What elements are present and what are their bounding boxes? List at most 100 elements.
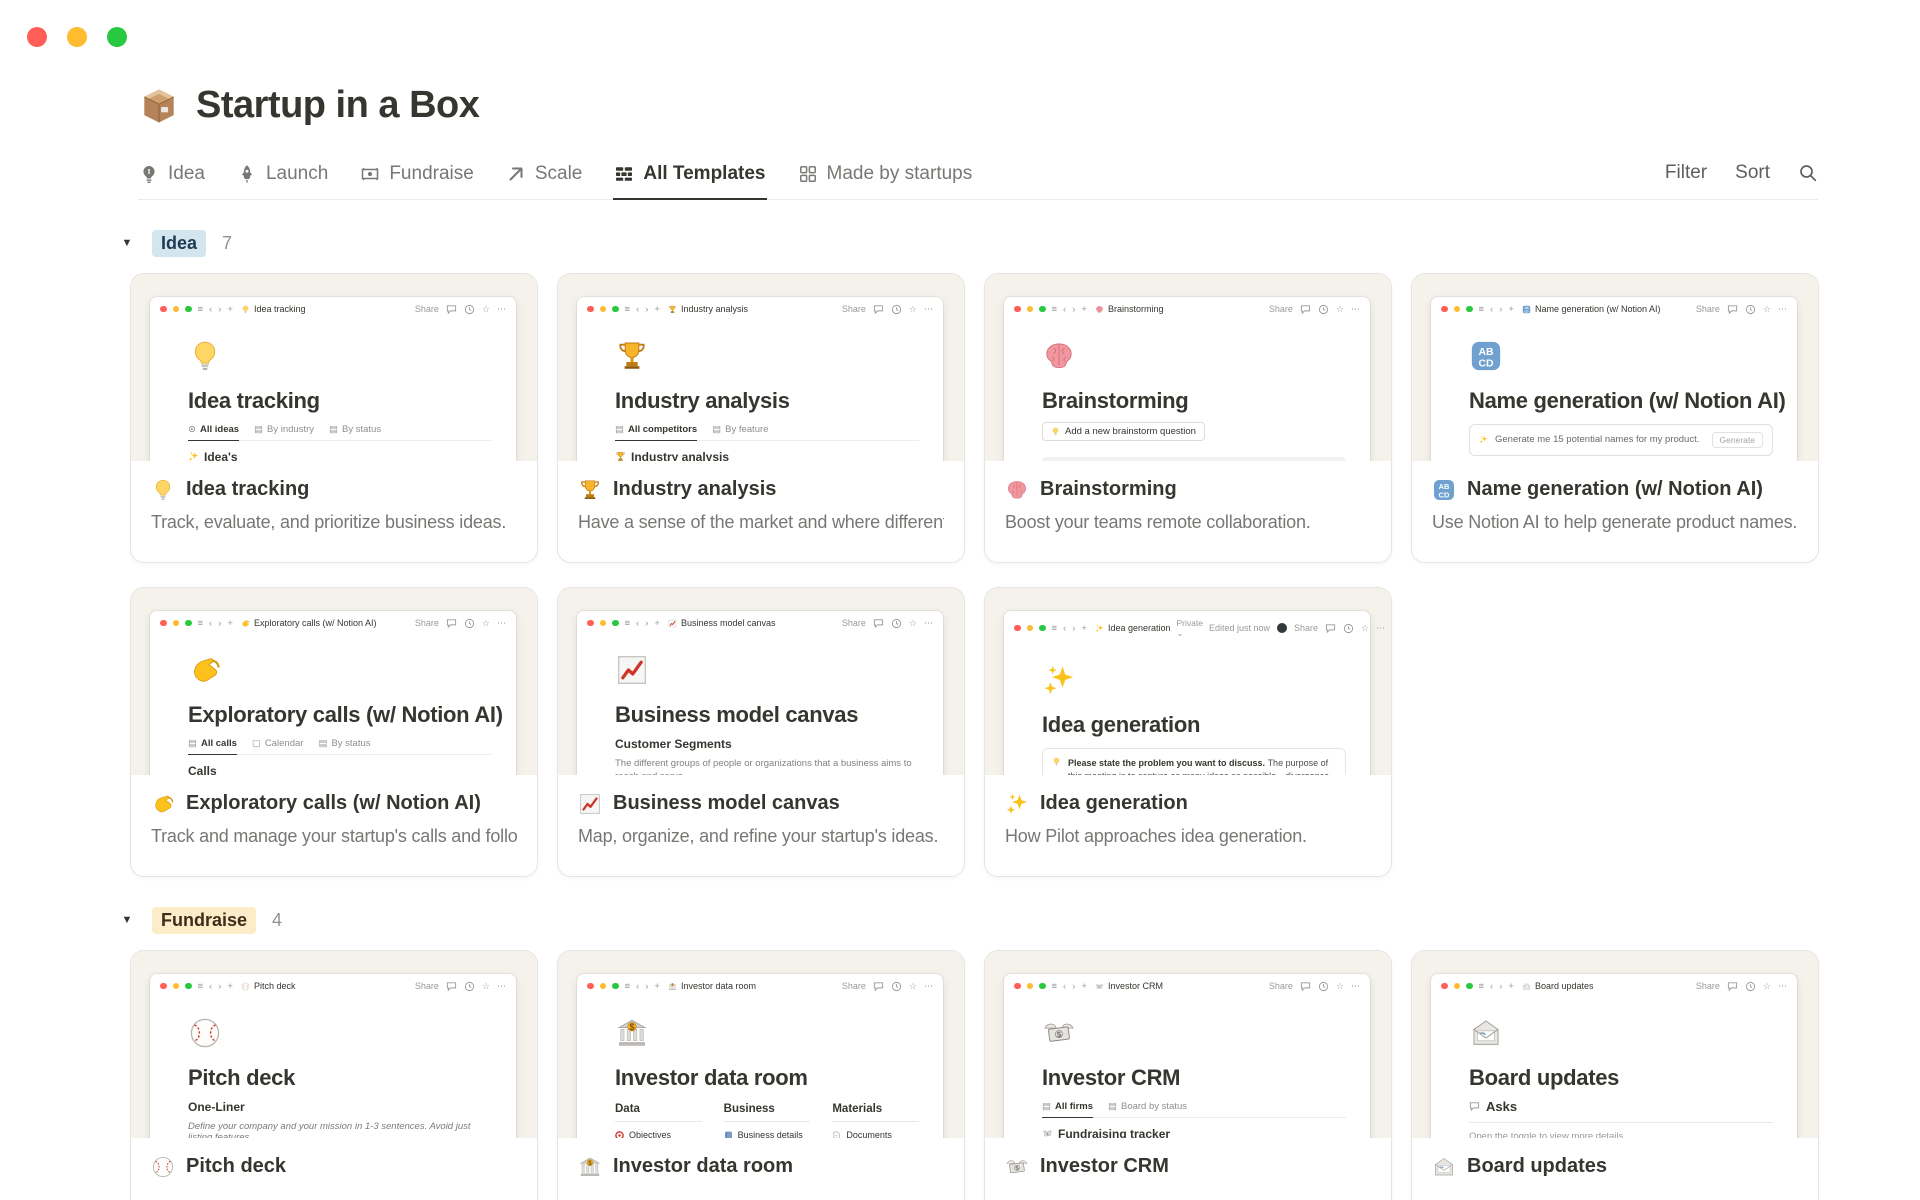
mini-window: ≡ ‹ › + Exploratory calls (w/ Notion AI) Shar… <box>150 610 516 775</box>
tab-launch[interactable]: Launch <box>236 155 329 200</box>
mini-window-actions: Share ☆ ⋯ <box>1696 981 1787 992</box>
mini-window-page-title-label: Business model canvas <box>680 618 776 628</box>
mini-view-tab: ▤ By industry <box>254 424 314 441</box>
filter-button[interactable]: Filter <box>1665 162 1707 184</box>
mini-window-dot-icon <box>612 982 619 990</box>
template-title: Industry analysis <box>578 478 944 502</box>
tab-fundraise[interactable]: Fundraise <box>359 155 475 200</box>
mini-button: Add a new brainstorm question <box>1042 421 1205 441</box>
more-icon: ⋯ <box>1376 622 1386 633</box>
mini-ai-prompt: Generate me 15 potential names for my pr… <box>1469 423 1773 456</box>
template-card-board-updates[interactable]: ≡ ‹ › + Board updates Share ☆ ⋯ Board updates Ask… <box>1411 949 1819 1200</box>
target-icon <box>615 1131 624 1138</box>
template-card-idea-generation[interactable]: ≡ ‹ › + Idea generation Private ⌄ Edited just … <box>984 586 1392 877</box>
template-title-label: Investor CRM <box>1040 1155 1169 1177</box>
chart-up-icon <box>615 653 649 687</box>
share-label: Share <box>1695 981 1720 991</box>
clock-icon <box>891 304 902 315</box>
mini-section-title-label: Asks <box>1486 1098 1518 1114</box>
template-preview: ≡ ‹ › + Board updates Share ☆ ⋯ Board updates Ask… <box>1412 950 1818 1138</box>
forward-icon: › <box>218 303 222 315</box>
mini-view-tab-label: All ideas <box>199 423 240 435</box>
tab-all-templates[interactable]: All Templates <box>613 155 767 200</box>
mini-window-dot-icon <box>172 305 179 313</box>
tab-made-by-startups[interactable]: Made by startups <box>797 155 974 200</box>
star-icon: ☆ <box>908 303 917 314</box>
sort-button[interactable]: Sort <box>1735 162 1770 184</box>
mini-hint-text: Define your company and your mission in … <box>188 1120 471 1138</box>
mini-page-heading: Idea tracking <box>188 387 320 413</box>
template-card-investor-data-room[interactable]: ≡ ‹ › + $ Investor data room Share ☆ ⋯ $ Investor … <box>557 949 965 1200</box>
mini-window-page-title: Brainstorming <box>1095 304 1163 314</box>
minimize-button[interactable] <box>67 27 87 47</box>
menu-icon: ≡ <box>624 980 631 992</box>
template-card-name-generation-w-notion-ai[interactable]: ≡ ‹ › + AB CD Name generation (w/ Notion AI) Sh… <box>1411 272 1819 563</box>
close-button[interactable] <box>27 27 47 47</box>
mini-window-dot-icon <box>599 619 606 627</box>
mini-window-titlebar: ≡ ‹ › + Brainstorming Share ☆ ⋯ <box>1004 297 1370 319</box>
mini-window-page-title: Industry analysis <box>668 304 748 314</box>
template-card-investor-crm[interactable]: ≡ ‹ › + $ Investor CRM Share ☆ ⋯ $ Investor CRM ▤ Al… <box>984 949 1392 1200</box>
template-title-label: Investor data room <box>613 1155 794 1177</box>
template-caption: Board updates <box>1412 1138 1818 1179</box>
template-card-industry-analysis[interactable]: ≡ ‹ › + Industry analysis Share ☆ ⋯ Industry ana… <box>557 272 965 563</box>
section-pill[interactable]: Fundraise <box>152 906 257 934</box>
template-card-pitch-deck[interactable]: ≡ ‹ › + Pitch deck Share ☆ ⋯ Pitch deck One-Liner… <box>130 949 538 1200</box>
lightbulb-icon <box>188 339 222 373</box>
disclosure-triangle-icon[interactable]: ▼ <box>114 237 140 249</box>
mini-window-dot-icon <box>1039 624 1046 632</box>
mini-section-title: Industry analysis <box>615 450 919 461</box>
mini-section-title-label: One-Liner <box>188 1099 245 1114</box>
clock-icon <box>891 981 902 992</box>
money-wings-icon: $ <box>1042 1016 1076 1050</box>
mini-view-tab: ▤ All firms <box>1042 1101 1093 1118</box>
view-icon: ▤ <box>615 423 624 435</box>
mini-window-actions: Share ☆ ⋯ <box>415 618 506 629</box>
share-label: Share <box>841 981 866 991</box>
mini-window-titlebar: ≡ ‹ › + Pitch deck Share ☆ ⋯ <box>150 974 516 996</box>
mini-window: ≡ ‹ › + Business model canvas Share ☆ ⋯ Business… <box>577 610 943 775</box>
view-icon: ▢ <box>251 737 261 749</box>
mini-window: ≡ ‹ › + Idea generation Private ⌄ Edited just … <box>1004 610 1385 775</box>
zoom-button[interactable] <box>107 27 127 47</box>
svg-text:CD: CD <box>1478 358 1494 369</box>
forward-icon: › <box>218 980 222 992</box>
bank-icon: $ <box>615 1016 649 1050</box>
mini-window-page-title: AB CD Name generation (w/ Notion AI) <box>1522 304 1661 314</box>
mini-page-heading: Business model canvas <box>615 701 859 727</box>
tab-scale[interactable]: Scale <box>505 155 584 200</box>
mini-callout-lead: Please state the problem you want to dis… <box>1068 757 1268 768</box>
new-tab-icon: + <box>654 617 660 629</box>
forward-icon: › <box>645 980 649 992</box>
mini-window-titlebar: ≡ ‹ › + Business model canvas Share ☆ ⋯ <box>577 611 943 633</box>
template-title: Exploratory calls (w/ Notion AI) <box>151 792 517 816</box>
menu-icon: ≡ <box>1478 980 1485 992</box>
section-pill[interactable]: Idea <box>152 229 207 257</box>
mini-window-actions: Share ☆ ⋯ <box>1696 304 1787 315</box>
template-description: Track and manage your startup's calls an… <box>151 825 517 846</box>
mini-page-link-label: Objectives <box>629 1130 671 1138</box>
template-card-exploratory-calls-w-notion-ai[interactable]: ≡ ‹ › + Exploratory calls (w/ Notion AI) Shar… <box>130 586 538 877</box>
rocket-icon <box>237 164 257 184</box>
mini-window-dot-icon <box>185 619 192 627</box>
view-icon: ▤ <box>712 423 722 435</box>
mini-window-body: Brainstorming Add a new brainstorm questi… <box>1004 319 1370 461</box>
tab-idea[interactable]: Idea <box>138 155 206 200</box>
template-card-business-model-canvas[interactable]: ≡ ‹ › + Business model canvas Share ☆ ⋯ Business… <box>557 586 965 877</box>
trophy-icon <box>578 478 602 502</box>
mini-view-tab-label: All calls <box>200 737 237 749</box>
template-card-brainstorming[interactable]: ≡ ‹ › + Brainstorming Share ☆ ⋯ Brainstorming Add… <box>984 272 1392 563</box>
mini-view-tab: ▤ By status <box>329 424 381 441</box>
template-card-idea-tracking[interactable]: ≡ ‹ › + Idea tracking Share ☆ ⋯ Idea tracking ⊙ Al… <box>130 272 538 563</box>
mini-window-page-title: Idea generation <box>1095 623 1171 633</box>
doc-icon <box>832 1131 841 1138</box>
disclosure-triangle-icon[interactable]: ▼ <box>114 914 140 926</box>
mini-view-tab-label: Board by status <box>1120 1100 1187 1112</box>
template-title-label: Brainstorming <box>1040 478 1177 500</box>
template-description: Boost your teams remote collaboration. <box>1005 511 1311 532</box>
search-icon[interactable] <box>1798 163 1818 183</box>
mini-column-title: Materials <box>832 1103 920 1122</box>
share-label: Share <box>414 304 439 314</box>
main-content: Startup in a Box Idea Launch Fundraise Scal… <box>0 0 1820 1200</box>
more-icon: ⋯ <box>497 303 506 314</box>
